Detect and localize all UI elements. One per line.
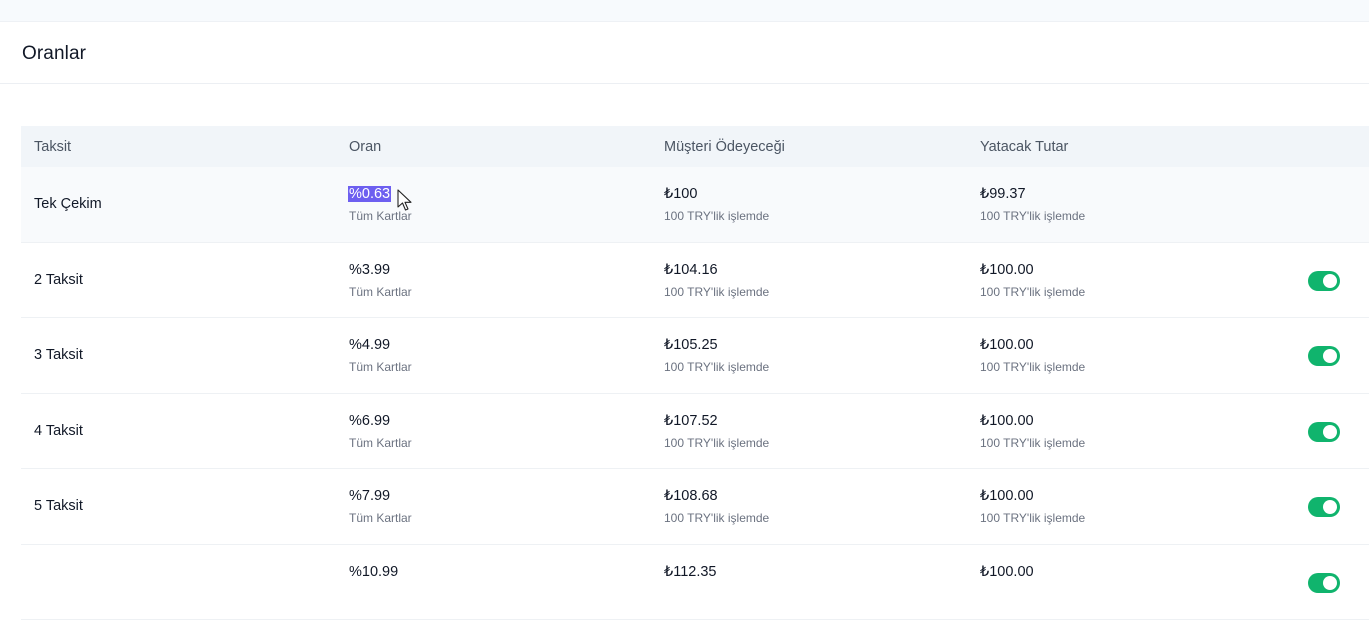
page-title: Oranlar	[22, 43, 86, 65]
deposit-amount-note: 100 TRY'lik işlemde	[980, 209, 1085, 223]
toggle-knob	[1323, 576, 1337, 590]
deposit-amount-value: ₺100.00	[980, 564, 1034, 580]
toggle-knob	[1323, 425, 1337, 439]
table-row: 2 Taksit %3.99 Tüm Kartlar ₺104.16 100 T…	[21, 243, 1369, 319]
customer-pays-note: 100 TRY'lik işlemde	[664, 436, 769, 450]
selected-rate-text[interactable]: %0.63	[348, 186, 391, 202]
rate-card-scope: Tüm Kartlar	[349, 285, 412, 299]
taksit-label: 3 Taksit	[34, 347, 83, 363]
deposit-amount-value: ₺100.00	[980, 262, 1034, 278]
customer-pays-note: 100 TRY'lik işlemde	[664, 360, 769, 374]
customer-pays-value: ₺107.52	[664, 413, 718, 429]
rate-card-scope: Tüm Kartlar	[349, 436, 412, 450]
top-bar	[0, 0, 1369, 22]
rate-value: %10.99	[349, 564, 398, 580]
customer-pays-value: ₺100	[664, 186, 697, 202]
customer-pays-note: 100 TRY'lik işlemde	[664, 209, 769, 223]
installment-toggle[interactable]	[1308, 346, 1340, 366]
table-row: %10.99 ₺112.35 ₺100.00	[21, 545, 1369, 620]
table-header: Taksit Oran Müşteri Ödeyeceği Yatacak Tu…	[21, 126, 1369, 167]
rate-value[interactable]: %0.63	[349, 186, 391, 202]
column-header-yatacak: Yatacak Tutar	[980, 139, 1068, 155]
rate-card-scope: Tüm Kartlar	[349, 511, 412, 525]
taksit-label: 5 Taksit	[34, 498, 83, 514]
mouse-pointer-icon	[397, 189, 415, 213]
deposit-amount-value: ₺100.00	[980, 413, 1034, 429]
rates-table: Taksit Oran Müşteri Ödeyeceği Yatacak Tu…	[21, 126, 1369, 620]
rate-value: %4.99	[349, 337, 390, 353]
deposit-amount-value: ₺100.00	[980, 488, 1034, 504]
rate-value: %7.99	[349, 488, 390, 504]
installment-toggle[interactable]	[1308, 271, 1340, 291]
toggle-knob	[1323, 349, 1337, 363]
taksit-label: 4 Taksit	[34, 423, 83, 439]
table-row: 3 Taksit %4.99 Tüm Kartlar ₺105.25 100 T…	[21, 318, 1369, 394]
customer-pays-note: 100 TRY'lik işlemde	[664, 285, 769, 299]
customer-pays-note: 100 TRY'lik işlemde	[664, 511, 769, 525]
installment-toggle[interactable]	[1308, 422, 1340, 442]
customer-pays-value: ₺112.35	[664, 564, 717, 580]
customer-pays-value: ₺108.68	[664, 488, 718, 504]
table-row: Tek Çekim %0.63 Tüm Kartlar ₺100 100 TRY…	[21, 167, 1369, 243]
deposit-amount-note: 100 TRY'lik işlemde	[980, 285, 1085, 299]
deposit-amount-value: ₺100.00	[980, 337, 1034, 353]
customer-pays-value: ₺104.16	[664, 262, 718, 278]
deposit-amount-value: ₺99.37	[980, 186, 1026, 202]
toggle-knob	[1323, 500, 1337, 514]
toggle-knob	[1323, 274, 1337, 288]
column-header-oran: Oran	[349, 139, 381, 155]
table-row: 4 Taksit %6.99 Tüm Kartlar ₺107.52 100 T…	[21, 394, 1369, 470]
installment-toggle[interactable]	[1308, 497, 1340, 517]
deposit-amount-note: 100 TRY'lik işlemde	[980, 436, 1085, 450]
rate-card-scope: Tüm Kartlar	[349, 360, 412, 374]
rate-value: %6.99	[349, 413, 390, 429]
table-row: 5 Taksit %7.99 Tüm Kartlar ₺108.68 100 T…	[21, 469, 1369, 545]
column-header-musteri: Müşteri Ödeyeceği	[664, 139, 785, 155]
taksit-label: Tek Çekim	[34, 196, 102, 212]
customer-pays-value: ₺105.25	[664, 337, 718, 353]
taksit-label: 2 Taksit	[34, 272, 83, 288]
page-header: Oranlar	[0, 22, 1369, 84]
rate-value: %3.99	[349, 262, 390, 278]
installment-toggle[interactable]	[1308, 573, 1340, 593]
deposit-amount-note: 100 TRY'lik işlemde	[980, 511, 1085, 525]
column-header-taksit: Taksit	[34, 139, 71, 155]
deposit-amount-note: 100 TRY'lik işlemde	[980, 360, 1085, 374]
